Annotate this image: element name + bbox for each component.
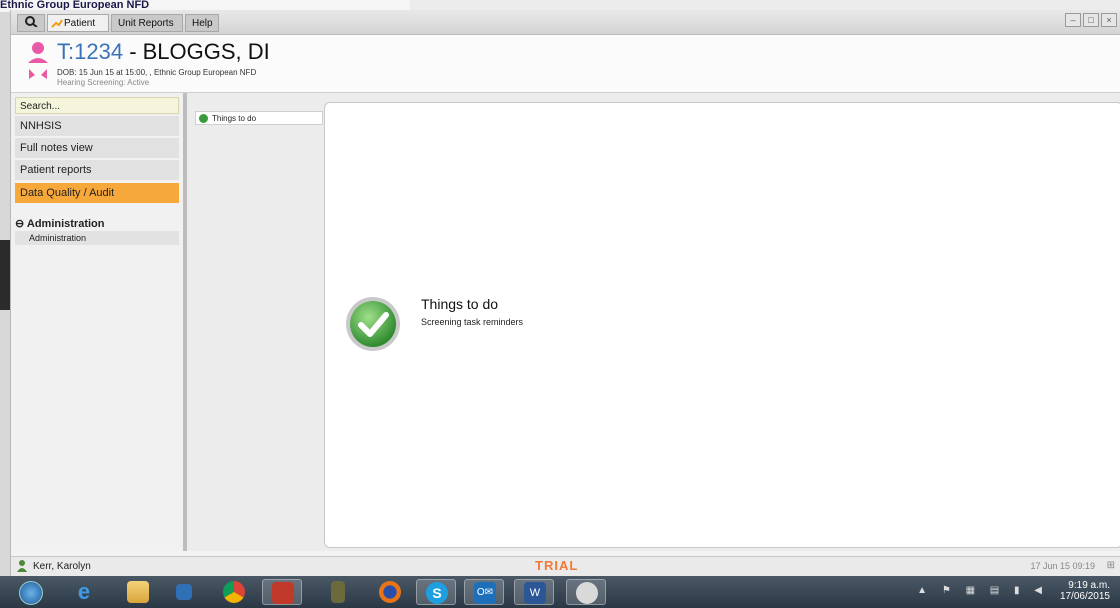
taskbar-file-explorer[interactable]	[118, 579, 158, 605]
windows-start-icon	[19, 581, 43, 605]
administration-group[interactable]: ⊖ Administration	[15, 217, 105, 230]
system-tray-icons[interactable]: ▲ ⚑ ▦ ▤ ▮ ◀	[917, 585, 1048, 596]
window-controls: – □ ×	[1065, 13, 1117, 27]
taskbar-skype[interactable]: S	[416, 579, 456, 605]
outlook-icon: O✉	[474, 582, 496, 604]
clock-time: 9:19 a.m.	[1068, 580, 1110, 591]
nnhsis-app-icon	[272, 582, 294, 604]
status-timestamp: 17 Jun 15 09:19	[1030, 561, 1095, 571]
firefox-icon	[379, 581, 401, 603]
things-to-do-title[interactable]: Things to do	[421, 296, 498, 312]
taskbar-internet-explorer[interactable]: e	[64, 579, 104, 605]
folder-icon	[127, 581, 149, 603]
word-icon: W	[524, 582, 546, 604]
skype-icon: S	[426, 582, 448, 604]
taskbar-media-player[interactable]	[164, 579, 204, 605]
taskbar-firefox[interactable]	[370, 579, 410, 605]
taskbar-nnhsis-app[interactable]	[262, 579, 302, 605]
status-bar: Kerr, Karolyn TRIAL 17 Jun 15 09:19 ⊞	[11, 556, 1120, 577]
minimize-button[interactable]: –	[1065, 13, 1081, 27]
things-to-do-subtitle: Screening task reminders	[421, 317, 524, 327]
background-window-strip	[0, 240, 10, 310]
nnhsis-app-2-icon	[576, 582, 598, 604]
tab-things-to-do[interactable]: Things to do	[195, 111, 323, 125]
sidebar-item-label: Patient reports	[20, 164, 92, 176]
menu-tab-label: Help	[192, 18, 213, 29]
menu-tab-patient[interactable]: Patient	[47, 14, 109, 32]
taskbar-nnhsis-app-2[interactable]	[566, 579, 606, 605]
things-to-do-panel: Things to do Screening task reminders	[324, 102, 1120, 548]
content-area: Things to do Things to do Screening task…	[187, 93, 1120, 551]
resize-grip-icon[interactable]: ⊞	[1107, 560, 1115, 571]
sidebar-item-patient-reports[interactable]: Patient reports	[15, 160, 179, 180]
hearing-status: Hearing Screening: Active	[57, 78, 150, 87]
taskbar-keypass[interactable]	[318, 579, 358, 605]
sidebar-item-data-quality[interactable]: Data Quality / Audit	[15, 183, 179, 203]
sidebar: Search... NNHSIS Full notes view Patient…	[11, 93, 187, 551]
sidebar-item-label: Full notes view	[20, 142, 93, 154]
checkmark-icon	[346, 297, 400, 351]
taskbar-chrome[interactable]	[214, 579, 254, 605]
sidebar-item-label: Data Quality / Audit	[20, 187, 115, 199]
maximize-button[interactable]: □	[1083, 13, 1099, 27]
user-icon	[17, 560, 27, 572]
taskbar-word[interactable]: W	[514, 579, 554, 605]
menu-tab-help[interactable]: Help	[185, 14, 219, 32]
group-label: Administration	[26, 218, 105, 230]
chrome-icon	[223, 581, 245, 603]
sidebar-item-label: NNHSIS	[20, 120, 62, 132]
menu-tab-label: Patient	[64, 18, 96, 29]
patient-id: T:1234	[57, 39, 124, 64]
patient-title: T:1234 - BLOGGS, DI	[57, 39, 270, 65]
current-user: Kerr, Karolyn	[33, 561, 91, 572]
sidebar-item-administration[interactable]: Administration	[15, 231, 179, 245]
menu-tab-unit-reports[interactable]: Unit Reports	[111, 14, 183, 32]
trial-badge: TRIAL	[535, 558, 579, 573]
system-clock[interactable]: 9:19 a.m. 17/06/2015	[1060, 580, 1110, 602]
clock-date: 17/06/2015	[1059, 591, 1110, 602]
sidebar-item-full-notes[interactable]: Full notes view	[15, 138, 179, 158]
check-icon	[199, 114, 208, 123]
sidebar-item-nnhsis[interactable]: NNHSIS	[15, 116, 179, 136]
windows-taskbar: e S O✉ W ▲ ⚑ ▦ ▤ ▮ ◀ 9:19 a.m. 17/06/201…	[0, 576, 1120, 608]
lock-icon	[331, 581, 345, 603]
baby-icon	[28, 42, 48, 79]
patient-header: T:1234 - BLOGGS, DI DOB: 15 Jun 15 at 15…	[11, 35, 1120, 93]
patient-icon	[51, 19, 63, 28]
collapse-icon: ⊖	[15, 218, 25, 230]
taskbar-outlook[interactable]: O✉	[464, 579, 504, 605]
close-button[interactable]: ×	[1101, 13, 1117, 27]
search-input[interactable]: Search...	[15, 97, 179, 114]
app-logo-icon	[25, 16, 38, 28]
internet-explorer-icon: e	[77, 579, 91, 604]
start-button[interactable]	[10, 579, 50, 605]
media-player-icon	[176, 584, 192, 600]
tab-label: Things to do	[212, 114, 257, 123]
app-logo-button[interactable]	[17, 14, 45, 32]
menu-tab-label: Unit Reports	[118, 18, 174, 29]
patient-name: - BLOGGS, DI	[129, 39, 270, 64]
app-window: Patient Unit Reports Help – □ × T:1234 -…	[10, 10, 1120, 577]
menu-bar: Patient Unit Reports Help – □ ×	[11, 10, 1120, 35]
patient-dob: DOB: 15 Jun 15 at 15:00, , Ethnic Group …	[57, 68, 257, 77]
